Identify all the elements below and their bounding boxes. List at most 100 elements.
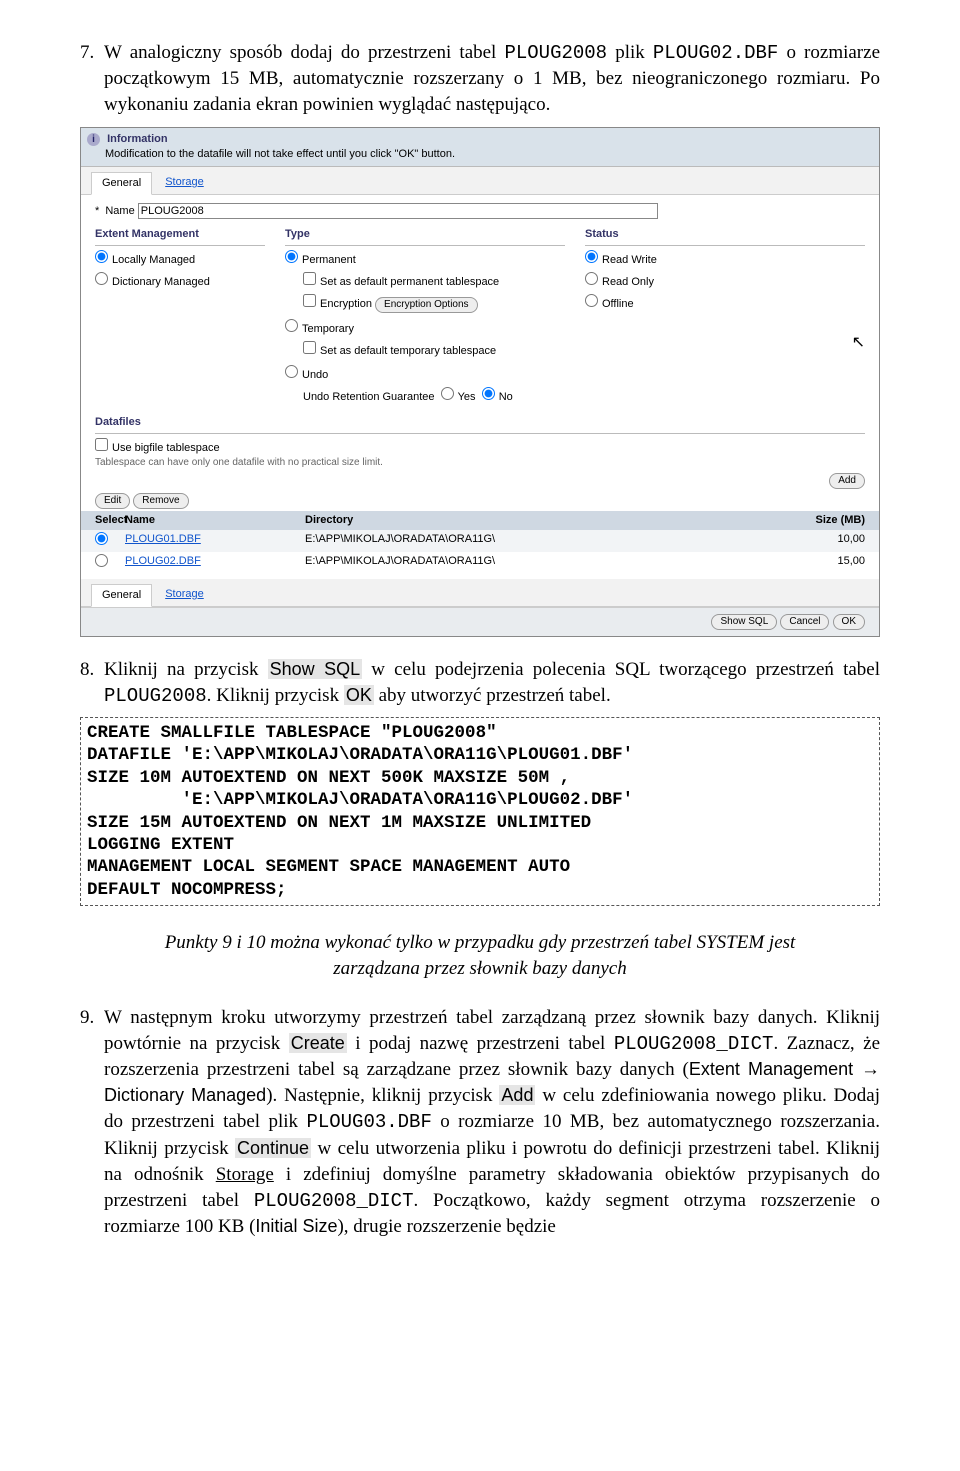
type-temporary[interactable]: Temporary: [285, 319, 565, 337]
label: No: [499, 391, 513, 403]
status-readwrite[interactable]: Read Write: [585, 250, 865, 268]
checkbox-default-permanent[interactable]: [303, 272, 316, 285]
datafiles-section: Datafiles Use bigfile tablespace Tablesp…: [81, 413, 879, 473]
add-button[interactable]: Add: [829, 473, 865, 489]
row-name: PLOUG02.DBF: [125, 554, 305, 572]
tab-storage-bottom[interactable]: Storage: [155, 584, 214, 605]
tabs-bottom: General Storage: [81, 579, 879, 607]
status-offline[interactable]: Offline: [585, 294, 865, 312]
label: Dictionary Managed: [112, 276, 210, 288]
bigfile-row[interactable]: Use bigfile tablespace: [95, 438, 865, 456]
datafile-link[interactable]: PLOUG02.DBF: [125, 555, 201, 567]
label: Read Only: [602, 276, 654, 288]
button-ref: Continue: [235, 1138, 311, 1158]
code: PLOUG2008_DICT: [254, 1190, 414, 1212]
cursor-icon: ↖: [585, 332, 865, 354]
label: Undo Retention Guarantee: [303, 391, 434, 403]
radio-row-2[interactable]: [95, 554, 108, 567]
encryption-options-button[interactable]: Encryption Options: [375, 297, 478, 313]
name-input[interactable]: [138, 203, 658, 219]
paragraph-number: 8.: [80, 657, 104, 709]
radio-readwrite[interactable]: [585, 250, 598, 263]
radio-row-1[interactable]: [95, 532, 108, 545]
info-title: Information: [107, 133, 168, 145]
edit-button[interactable]: Edit: [95, 493, 130, 509]
radio-locally-managed[interactable]: [95, 250, 108, 263]
paragraph-content: W analogiczny sposób dodaj do przestrzen…: [104, 40, 880, 119]
name-label: Name: [105, 205, 134, 217]
remove-button[interactable]: Remove: [133, 493, 188, 509]
radio-dictionary-managed[interactable]: [95, 272, 108, 285]
button-ref: Create: [289, 1033, 347, 1053]
type-permanent[interactable]: Permanent: [285, 250, 565, 268]
datafiles-header: Datafiles: [95, 413, 865, 433]
tab-storage-link[interactable]: Storage: [165, 176, 204, 188]
paragraph-number: 7.: [80, 40, 104, 119]
col-size: Size (MB): [785, 513, 865, 528]
ok-button[interactable]: OK: [833, 614, 865, 630]
status-readonly[interactable]: Read Only: [585, 272, 865, 290]
encryption-row[interactable]: Encryption Encryption Options: [303, 294, 565, 313]
bigfile-note: Tablespace can have only one datafile wi…: [95, 456, 865, 470]
extent-local-option[interactable]: Locally Managed: [95, 250, 265, 268]
type-undo[interactable]: Undo: [285, 365, 565, 383]
perm-default-cb[interactable]: Set as default permanent tablespace: [303, 272, 565, 290]
col-name: Name: [125, 513, 305, 528]
radio-offline[interactable]: [585, 294, 598, 307]
label: Set as default permanent tablespace: [320, 276, 499, 288]
temp-default-cb[interactable]: Set as default temporary tablespace: [303, 341, 565, 359]
paragraph-number: 9.: [80, 1005, 104, 1241]
checkbox-bigfile[interactable]: [95, 438, 108, 451]
tab-storage-link-bottom[interactable]: Storage: [165, 588, 204, 600]
text: W analogiczny sposób dodaj do przestrzen…: [104, 42, 504, 63]
radio-permanent[interactable]: [285, 250, 298, 263]
ui-ref: Extent Management: [689, 1059, 853, 1079]
radio-temporary[interactable]: [285, 319, 298, 332]
tab-general[interactable]: General: [91, 172, 152, 195]
bottom-bar: Show SQL Cancel OK: [81, 607, 879, 636]
code: PLOUG03.DBF: [306, 1111, 431, 1133]
paragraph-7: 7. W analogiczny sposób dodaj do przestr…: [80, 40, 880, 119]
label: Temporary: [302, 323, 354, 335]
text: plik: [607, 42, 653, 63]
code: PLOUG2008: [504, 42, 607, 64]
text: w celu podejrzenia polecenia SQL tworząc…: [362, 659, 880, 680]
extent-column: Extent Management Locally Managed Dictio…: [95, 225, 265, 405]
radio-undo[interactable]: [285, 365, 298, 378]
paragraph-9: 9. W następnym kroku utworzymy przestrze…: [80, 1005, 880, 1241]
screenshot: i Information Modification to the datafi…: [80, 127, 880, 637]
edit-remove-row: Edit Remove: [81, 493, 879, 511]
row-directory: E:\APP\MIKOLAJ\ORADATA\ORA11G\: [305, 554, 785, 572]
tab-storage[interactable]: Storage: [155, 172, 214, 193]
cancel-button[interactable]: Cancel: [780, 614, 829, 630]
extent-dict-option[interactable]: Dictionary Managed: [95, 272, 265, 290]
extent-header: Extent Management: [95, 225, 265, 245]
radio-readonly[interactable]: [585, 272, 598, 285]
label: Yes: [458, 391, 476, 403]
text: aby utworzyć przestrzeń tabel.: [374, 685, 611, 706]
checkbox-encryption[interactable]: [303, 294, 316, 307]
radio-undo-no[interactable]: [482, 387, 495, 400]
label: Locally Managed: [112, 254, 195, 266]
label: Undo: [302, 369, 328, 381]
datafile-link[interactable]: PLOUG01.DBF: [125, 533, 201, 545]
col-directory: Directory: [305, 513, 785, 528]
code: PLOUG02.DBF: [653, 42, 778, 64]
ui-ref: Initial Size: [255, 1216, 337, 1236]
link-ref: Storage: [216, 1164, 274, 1185]
italic-note: Punkty 9 i 10 można wykonać tylko w przy…: [160, 930, 800, 982]
label: Read Write: [602, 254, 657, 266]
tab-general-bottom[interactable]: General: [91, 584, 152, 607]
row-select[interactable]: [95, 532, 125, 550]
label: Offline: [602, 298, 634, 310]
checkbox-default-temporary[interactable]: [303, 341, 316, 354]
datafile-header-row: Select Name Directory Size (MB): [81, 511, 879, 530]
info-bar: i Information Modification to the datafi…: [81, 128, 879, 167]
sql-code-block: CREATE SMALLFILE TABLESPACE "PLOUG2008" …: [80, 717, 880, 906]
label: Set as default temporary tablespace: [320, 345, 496, 357]
radio-undo-yes[interactable]: [441, 387, 454, 400]
row-select[interactable]: [95, 554, 125, 572]
type-header: Type: [285, 225, 565, 245]
show-sql-button[interactable]: Show SQL: [711, 614, 777, 630]
arrow: →: [853, 1059, 880, 1080]
